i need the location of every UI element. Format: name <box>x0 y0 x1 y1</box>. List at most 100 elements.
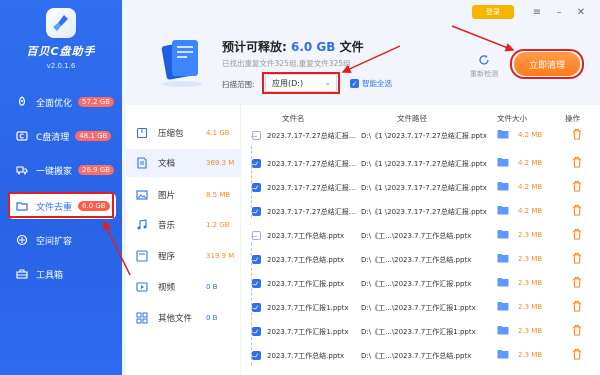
open-folder-icon[interactable] <box>497 157 509 169</box>
category-label: 压缩包 <box>158 129 184 139</box>
category-size: 4.1 GB <box>206 129 230 137</box>
trash-icon[interactable] <box>572 228 582 242</box>
app-name: 百贝C盘助手 <box>26 45 96 58</box>
arrow-to-clean <box>451 25 515 52</box>
column-header-action: 操作 <box>565 114 580 123</box>
image-icon <box>136 189 148 201</box>
table-row[interactable]: ✓ 2023.7.7工作汇报1.pptx D:\《工...\2023.7.7工作汇报… <box>247 320 600 344</box>
sidebar-item-c-clean[interactable]: C盘清理 48.1 GB <box>8 123 116 149</box>
category-item[interactable]: 程序 319.9 M <box>126 242 241 270</box>
open-folder-icon[interactable] <box>497 325 509 337</box>
open-folder-icon[interactable] <box>497 301 509 313</box>
table-row[interactable]: 2023.7.17-7.27总结汇报... D:\《1 \2023.7.17-7.… <box>247 124 600 148</box>
table-row[interactable]: ✓ 2023.7.7工作总结.pptx D:\《工...\2023.7.7工作总结.… <box>247 344 600 368</box>
trash-icon[interactable] <box>572 180 582 194</box>
rescan-label: 重新检测 <box>470 70 498 78</box>
table-row[interactable]: ✓ 2023.7.7工作总结.pptx D:\《工...\2023.7.7工作总结.… <box>247 248 600 272</box>
open-folder-icon[interactable] <box>497 181 509 193</box>
file-size: 4.2 MB <box>518 183 543 191</box>
drive-c-icon <box>16 130 28 142</box>
document-icon <box>136 157 148 169</box>
sidebar-item-full-optimize[interactable]: 全面优化 57.2 GB <box>8 89 116 115</box>
row-connector <box>251 212 257 213</box>
highlight-box-scope <box>262 72 340 94</box>
open-folder-icon[interactable] <box>497 349 509 361</box>
size-badge: 26.9 GB <box>78 165 115 175</box>
trash-icon[interactable] <box>572 156 582 170</box>
trash-icon[interactable] <box>572 204 582 218</box>
category-item[interactable]: 其他文件 0 B <box>126 304 241 332</box>
file-size: 4.2 MB <box>518 131 543 139</box>
sidebar-item-expand[interactable]: 空间扩容 <box>8 227 116 253</box>
category-label: 视频 <box>158 283 176 293</box>
sidebar-item-toolbox[interactable]: 工具箱 <box>8 261 116 287</box>
app-version: v2.0.1.6 <box>46 62 76 70</box>
trash-icon[interactable] <box>572 300 582 314</box>
rocket-icon <box>16 96 28 108</box>
releasable-amount: 6.0 GB <box>291 40 336 54</box>
row-connector <box>251 188 257 189</box>
open-folder-icon[interactable] <box>497 253 509 265</box>
file-size: 2.3 MB <box>518 279 543 287</box>
open-folder-icon[interactable] <box>497 229 509 241</box>
archive-icon <box>136 127 148 139</box>
category-item[interactable]: 音乐 1.2 GB <box>126 211 241 239</box>
category-item[interactable]: 图片 8.5 MB <box>126 181 241 209</box>
sidebar-item-label: 一键搬家 <box>36 166 73 177</box>
open-folder-icon[interactable] <box>497 205 509 217</box>
file-name: 2023.7.7工作总结.pptx <box>267 232 345 240</box>
minimize-icon[interactable]: – <box>552 5 566 19</box>
smart-select-checkbox[interactable]: ✓ 智能全选 <box>350 78 392 89</box>
close-icon[interactable]: ✕ <box>574 5 588 19</box>
sidebar-item-label: 全面优化 <box>36 98 73 109</box>
page-title: 预计可释放: 6.0 GB 文件 <box>222 38 364 55</box>
column-header-size: 文件大小 <box>497 114 527 123</box>
column-header-path: 文件路径 <box>397 114 427 123</box>
file-path: D:\《1 \2023.7.17-7.27总结汇报.pptx <box>361 208 487 216</box>
title-suffix: 文件 <box>339 40 364 54</box>
highlight-box-dedupe <box>8 192 114 218</box>
file-name: 2023.7.17-7.27总结汇报... <box>267 132 356 140</box>
file-size: 2.3 MB <box>518 303 543 311</box>
scan-summary: 已找出重复文件325组,重复文件325组 <box>222 59 351 68</box>
category-label: 文档 <box>158 159 176 169</box>
category-item[interactable]: 视频 0 B <box>126 273 241 301</box>
category-item[interactable]: 文档 369.3 M <box>126 149 241 177</box>
file-size: 2.3 MB <box>518 327 543 335</box>
menu-icon[interactable]: ≡ <box>530 5 544 19</box>
trash-icon[interactable] <box>572 128 582 142</box>
trash-icon[interactable] <box>572 276 582 290</box>
file-name: 2023.7.7工作汇报1.pptx <box>267 328 349 336</box>
file-name: 2023.7.7工作总结.pptx <box>267 256 345 264</box>
open-folder-icon[interactable] <box>497 277 509 289</box>
video-icon <box>136 281 148 293</box>
category-label: 其他文件 <box>158 314 193 324</box>
table-row[interactable]: ✓ 2023.7.17-7.27总结汇报... D:\《1 \2023.7.17-7… <box>247 200 600 224</box>
login-button[interactable]: 登录 <box>472 5 514 19</box>
category-size: 8.5 MB <box>206 191 231 199</box>
category-label: 图片 <box>158 191 176 201</box>
category-label: 程序 <box>158 252 176 262</box>
files-illustration-icon <box>158 30 208 90</box>
trash-icon[interactable] <box>572 324 582 338</box>
table-row[interactable]: ✓ 2023.7.7工作汇报1.pptx D:\《工...\2023.7.7工作汇报… <box>247 296 600 320</box>
row-connector <box>251 332 257 333</box>
row-connector <box>251 260 257 261</box>
table-row[interactable]: ✓ 2023.7.17-7.27总结汇报... D:\《1 \2023.7.17-7… <box>247 152 600 176</box>
highlight-box-clean <box>510 49 584 79</box>
file-path: D:\《工...\2023.7.7工作汇报1.pptx <box>361 304 476 312</box>
broom-logo-icon <box>46 8 76 38</box>
row-connector <box>251 236 257 237</box>
trash-icon[interactable] <box>572 252 582 266</box>
sidebar-item-move[interactable]: 一键搬家 26.9 GB <box>8 157 116 183</box>
rescan-button[interactable]: 重新检测 <box>466 54 502 79</box>
row-connector <box>251 284 257 285</box>
file-path: D:\《工...\2023.7.7工作汇报1.pptx <box>361 328 476 336</box>
table-row[interactable]: 2023.7.7工作总结.pptx D:\《工...\2023.7.7工作总结.p… <box>247 224 600 248</box>
file-path: D:\《1 \2023.7.17-7.27总结汇报.pptx <box>361 160 487 168</box>
table-row[interactable]: ✓ 2023.7.17-7.27总结汇报... D:\《1 \2023.7.17-7… <box>247 176 600 200</box>
table-row[interactable]: ✓ 2023.7.7工作汇报.pptx D:\《工...\2023.7.7工作汇报.… <box>247 272 600 296</box>
trash-icon[interactable] <box>572 348 582 362</box>
category-item[interactable]: 压缩包 4.1 GB <box>126 119 241 147</box>
open-folder-icon[interactable] <box>497 129 509 141</box>
